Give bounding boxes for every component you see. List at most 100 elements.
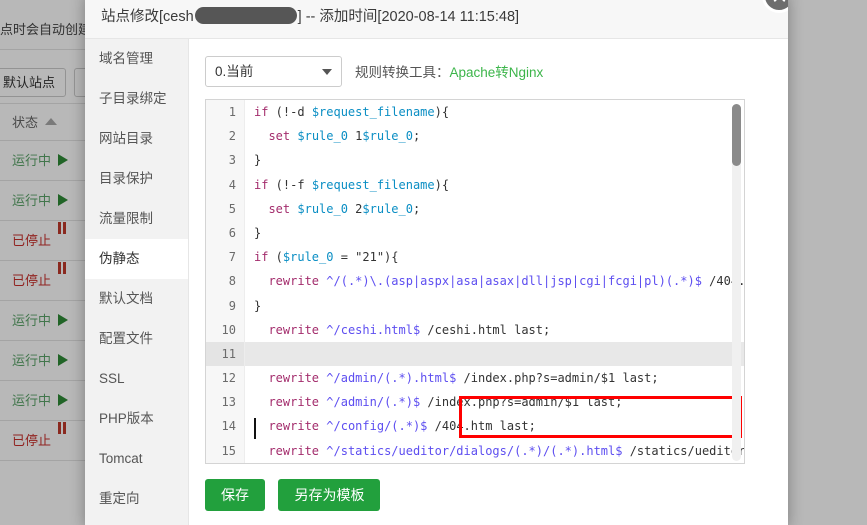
code-token: 1 bbox=[347, 129, 363, 144]
code-line[interactable]: if (!-d $request_filename){ bbox=[245, 100, 744, 124]
code-line[interactable]: } bbox=[245, 221, 744, 245]
sidebar-item-2[interactable]: 网站目录 bbox=[85, 119, 188, 159]
code-token: if bbox=[254, 177, 269, 192]
line-number bbox=[206, 463, 244, 464]
line-number: 5 bbox=[228, 201, 236, 216]
modal-content: 0.当前 规则转换工具：Apache转Nginx 1 2 3 4 5 6 7 8 9 10 11 12… bbox=[190, 39, 788, 525]
line-number: 3 bbox=[228, 153, 236, 168]
code-line[interactable]: rewrite ^/(.*)\.(asp|aspx|asa|asax|dll|j… bbox=[245, 269, 744, 293]
code-line[interactable] bbox=[245, 341, 744, 367]
rule-converter-text: 规则转换工具： bbox=[355, 65, 450, 80]
code-token: ( bbox=[268, 250, 283, 265]
code-line[interactable]: set $rule_0 2$rule_0; bbox=[245, 197, 744, 221]
code-token: $rule_0 bbox=[362, 201, 413, 216]
modal-footer-buttons: 保存 另存为模板 bbox=[205, 479, 389, 513]
code-token: set bbox=[268, 201, 291, 216]
code-line[interactable]: } bbox=[245, 294, 744, 318]
sidebar-item-10[interactable]: Tomcat bbox=[85, 439, 188, 479]
code-token: ^/statics/ueditor/dialogs/(.*)/(.*).html… bbox=[326, 443, 623, 458]
code-editor[interactable]: 1 2 3 4 5 6 7 8 9 10 11 12 13 14 15 if (!-d $request_f… bbox=[205, 99, 745, 464]
code-token: rewrite bbox=[268, 443, 320, 458]
sidebar-item-3[interactable]: 目录保护 bbox=[85, 159, 188, 199]
editor-scrollbar-thumb[interactable] bbox=[732, 104, 741, 166]
sidebar-item-11[interactable]: 重定向 bbox=[85, 479, 188, 519]
code-token: $rule_0 bbox=[297, 201, 348, 216]
code-token: 2 bbox=[347, 201, 363, 216]
code-token: rewrite bbox=[268, 395, 320, 410]
code-line[interactable]: rewrite ^/config/(.*)$ /404.htm last; bbox=[245, 414, 744, 438]
line-number: 2 bbox=[228, 129, 236, 144]
save-as-template-button[interactable]: 另存为模板 bbox=[278, 479, 381, 511]
code-token: $rule_0 bbox=[362, 129, 413, 144]
code-token: ){ bbox=[434, 177, 450, 192]
save-button[interactable]: 保存 bbox=[205, 479, 265, 511]
sidebar-item-label: SSL bbox=[99, 371, 125, 386]
code-token: /index.php?s=admin/$1 last; bbox=[456, 371, 659, 386]
sidebar-item-5[interactable]: 伪静态 bbox=[85, 239, 188, 279]
code-token: /404.htm last; bbox=[427, 419, 536, 434]
code-line[interactable]: rewrite ^/statics/ueditor/dialogs/(.*)/(… bbox=[245, 439, 744, 463]
sidebar-item-label: 网站目录 bbox=[99, 131, 153, 146]
code-token: if bbox=[254, 250, 269, 265]
line-number: 10 bbox=[221, 322, 236, 337]
sidebar-item-6[interactable]: 默认文档 bbox=[85, 279, 188, 319]
line-number: 6 bbox=[228, 225, 236, 240]
sidebar-item-1[interactable]: 子目录绑定 bbox=[85, 79, 188, 119]
sidebar-item-0[interactable]: 域名管理 bbox=[85, 39, 188, 79]
code-token: /index.php?s=admin/$1 last; bbox=[420, 395, 623, 410]
sidebar-item-label: PHP版本 bbox=[99, 411, 154, 426]
code-line[interactable]: if ($rule_0 = "21"){ bbox=[245, 245, 744, 269]
code-token: $rule_0 bbox=[297, 129, 348, 144]
code-token: ){ bbox=[434, 105, 450, 119]
redacted-block bbox=[194, 7, 297, 24]
modal-title: 站点修改[cesh] -- 添加时间[2020-08-14 11:15:48] bbox=[101, 0, 519, 39]
apache-to-nginx-link[interactable]: Apache转Nginx bbox=[450, 65, 544, 80]
code-token: } bbox=[254, 225, 262, 240]
sidebar-item-8[interactable]: SSL bbox=[85, 359, 188, 399]
sidebar-item-9[interactable]: PHP版本 bbox=[85, 399, 188, 439]
code-line[interactable]: rewrite ^/ceshi.html$ /ceshi.html last; bbox=[245, 318, 744, 342]
code-token: (!-f bbox=[268, 177, 312, 192]
line-number: 8 bbox=[228, 274, 236, 289]
code-token: } bbox=[254, 153, 262, 168]
code-token: rewrite bbox=[268, 322, 320, 337]
code-line[interactable]: rewrite ^/admin/(.*)$ /index.php?s=admin… bbox=[245, 390, 744, 414]
site-edit-modal: 站点修改[cesh] -- 添加时间[2020-08-14 11:15:48] … bbox=[85, 0, 788, 525]
line-number: 9 bbox=[228, 298, 236, 313]
line-number: 11 bbox=[206, 341, 244, 367]
rule-select-value: 0.当前 bbox=[215, 64, 254, 79]
code-line[interactable]: set $rule_0 1$rule_0; bbox=[245, 124, 744, 148]
rule-select-dropdown[interactable]: 0.当前 bbox=[205, 56, 342, 87]
sidebar-item-label: 目录保护 bbox=[99, 171, 153, 186]
editor-toolbar: 0.当前 规则转换工具：Apache转Nginx bbox=[205, 56, 775, 90]
code-line[interactable]: if (!-f $request_filename){ bbox=[245, 173, 744, 197]
line-number: 12 bbox=[221, 371, 236, 386]
code-token: $rule_0 bbox=[282, 250, 334, 265]
code-token: rewrite bbox=[268, 419, 320, 434]
modal-header: 站点修改[cesh] -- 添加时间[2020-08-14 11:15:48] bbox=[85, 0, 788, 39]
sidebar-item-label: 伪静态 bbox=[99, 251, 140, 266]
code-token: set bbox=[268, 129, 291, 144]
code-line[interactable]: } bbox=[245, 148, 744, 172]
sidebar-item-label: Tomcat bbox=[99, 451, 143, 466]
code-line[interactable]: rewrite ^/admin/(.*).html$ /index.php?s=… bbox=[245, 366, 744, 390]
sidebar-item-label: 配置文件 bbox=[99, 331, 153, 346]
text-cursor bbox=[254, 418, 256, 439]
editor-scrollbar[interactable] bbox=[732, 104, 741, 461]
code-token: ^/config/(.*)$ bbox=[326, 419, 428, 434]
code-token: ^/admin/(.*)$ bbox=[326, 395, 421, 410]
sidebar-item-label: 子目录绑定 bbox=[99, 91, 167, 106]
line-number: 14 bbox=[221, 419, 236, 434]
modal-sidebar: 域名管理子目录绑定网站目录目录保护流量限制伪静态默认文档配置文件 SSL PHP版本… bbox=[85, 39, 189, 525]
sidebar-item-7[interactable]: 配置文件 bbox=[85, 319, 188, 359]
code-area[interactable]: if (!-d $request_filename){ set $rule_0 … bbox=[245, 100, 744, 464]
code-token: ; bbox=[412, 201, 421, 216]
code-token: $request_filename bbox=[311, 105, 435, 119]
line-number: 13 bbox=[221, 395, 236, 410]
sidebar-item-4[interactable]: 流量限制 bbox=[85, 199, 188, 239]
line-number: 15 bbox=[221, 443, 236, 458]
code-line[interactable]: /dialogs/$1/$2.html last; bbox=[245, 463, 744, 464]
